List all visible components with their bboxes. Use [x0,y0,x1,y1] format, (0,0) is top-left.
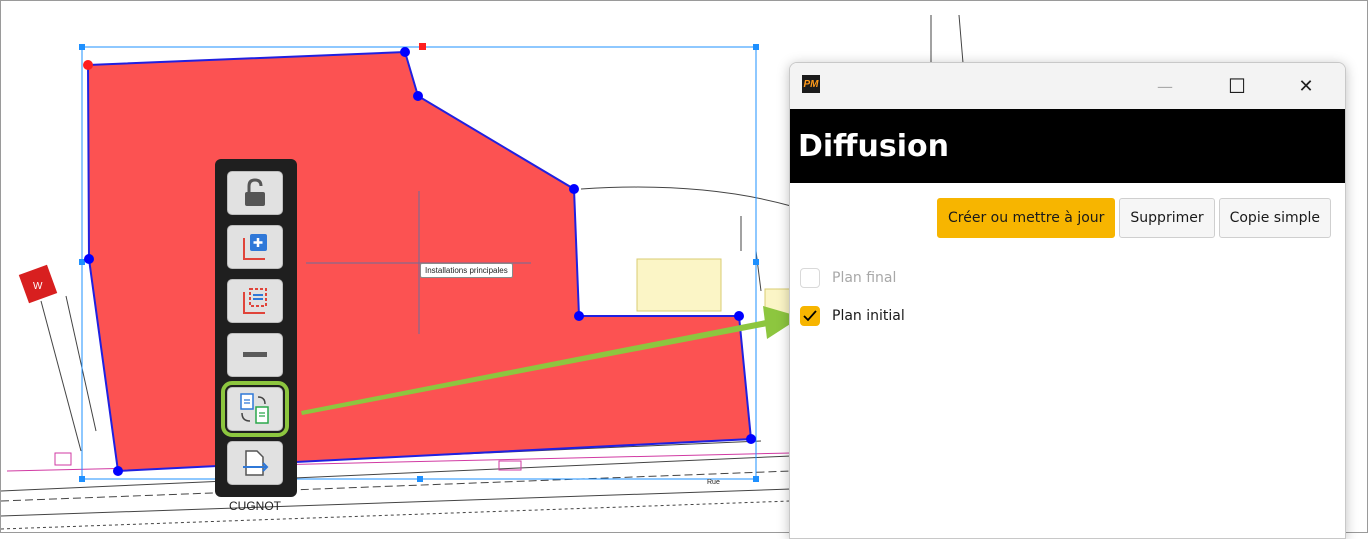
add-layer-icon [243,234,267,260]
maximize-button[interactable]: ☐ [1222,73,1252,99]
plan-final-checkbox[interactable] [800,268,820,288]
dashed-selection-icon [243,288,267,314]
document-sync-icon [240,393,269,424]
padlock-open-icon [245,178,265,206]
add-layer-button[interactable] [227,225,283,269]
document-arrow-icon [243,450,269,476]
plan-initial-label: Plan initial [832,308,905,324]
delete-button[interactable]: Supprimer [1119,198,1215,238]
svg-text:W: W [33,281,43,292]
layer-tooltip: Installations principales [420,263,513,278]
action-buttons: Créer ou mettre à jour Supprimer Copie s… [937,198,1331,238]
plan-initial-checkbox[interactable] [800,306,820,326]
location-marker-icon: W [18,264,58,304]
export-button[interactable] [227,441,283,485]
diffusion-button[interactable] [221,381,289,437]
title-bar: PM — ☐ ✕ [790,63,1345,109]
unlock-button[interactable] [227,171,283,215]
plan-final-label: Plan final [832,270,897,286]
app-logo-icon: PM [802,75,820,93]
rotation-handle [419,43,426,50]
diffusion-dialog: PM — ☐ ✕ Diffusion Créer ou mettre à jou… [789,62,1346,539]
dialog-title: Diffusion [790,109,1345,183]
remove-button[interactable] [227,333,283,377]
minimize-button[interactable]: — [1150,73,1180,99]
close-button[interactable]: ✕ [1291,73,1321,99]
street-label: CUGNOT [229,499,281,513]
select-area-button[interactable] [227,279,283,323]
checkmark-icon [803,310,817,322]
street-label-small: Rue [707,479,720,486]
option-plan-initial[interactable]: Plan initial [800,306,905,326]
floating-toolbar [215,159,297,497]
copy-button[interactable]: Copie simple [1218,198,1331,238]
minus-icon [243,352,267,357]
option-plan-final[interactable]: Plan final [800,268,896,288]
first-vertex [83,60,93,70]
create-update-button[interactable]: Créer ou mettre à jour [937,198,1116,238]
